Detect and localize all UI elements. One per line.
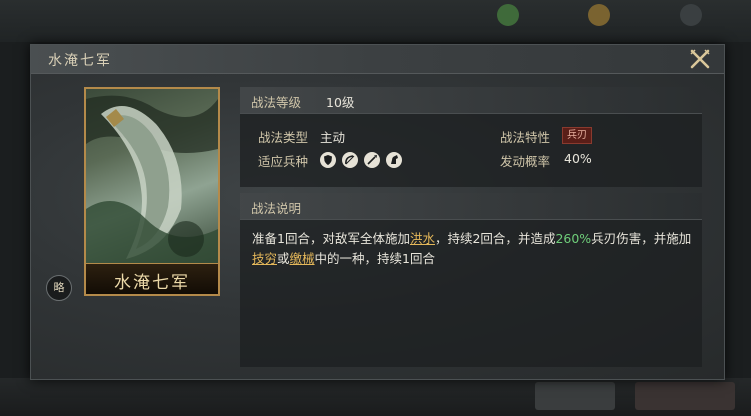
trait-tag: 兵刃 bbox=[562, 127, 592, 144]
card-name-plate: 水淹七军 bbox=[86, 263, 218, 294]
description-panel: 战法说明 准备1回合，对敌军全体施加洪水，持续2回合，并造成260%兵刃伤害，并… bbox=[240, 193, 702, 367]
level-label: 战法等级 bbox=[251, 95, 302, 110]
title-bar: 水淹七军 bbox=[31, 45, 724, 74]
troops-label: 适应兵种 bbox=[258, 154, 309, 169]
description-text: 准备1回合，对敌军全体施加洪水，持续2回合，并造成260%兵刃伤害，并施加技穷或… bbox=[252, 229, 692, 269]
desc-text-5: 中的一种，持续1回合 bbox=[314, 251, 436, 266]
desc-text-2: ，持续2回合，并造成 bbox=[434, 231, 556, 246]
divider bbox=[240, 113, 702, 114]
spear-icon bbox=[364, 152, 380, 168]
desc-text-3: 兵刃伤害，并施加 bbox=[591, 231, 692, 246]
dialog-title: 水淹七军 bbox=[48, 53, 112, 69]
background-resource-icon bbox=[497, 4, 519, 26]
prob-label: 发动概率 bbox=[500, 154, 551, 169]
flood-keyword[interactable]: 洪水 bbox=[410, 231, 435, 246]
trait-label: 战法特性 bbox=[500, 130, 551, 145]
desc-text-4: 或 bbox=[277, 251, 290, 266]
card-name: 水淹七军 bbox=[114, 273, 190, 293]
exhaust-keyword[interactable]: 技穷 bbox=[252, 251, 277, 266]
attributes-panel: 战法等级 10级 战法类型 主动 战法特性 兵刃 适应兵种 发动概率 40% bbox=[240, 87, 702, 187]
divider bbox=[240, 219, 702, 220]
level-row bbox=[240, 87, 702, 113]
skill-detail-dialog: 水淹七军 水淹七军 略 战法等级 10级 战法类型 主动 战法特性 兵刃 适应兵… bbox=[30, 44, 725, 380]
close-icon[interactable] bbox=[689, 48, 711, 70]
background-resource-icon bbox=[588, 4, 610, 26]
shield-icon bbox=[320, 152, 336, 168]
type-value: 主动 bbox=[320, 130, 346, 145]
background-top-bar bbox=[0, 0, 751, 42]
description-title: 战法说明 bbox=[251, 201, 302, 216]
background-resource-icon bbox=[680, 4, 702, 26]
bow-icon bbox=[342, 152, 358, 168]
strategy-button[interactable]: 略 bbox=[46, 275, 72, 301]
damage-percent: 260% bbox=[555, 231, 592, 246]
close-button[interactable] bbox=[689, 48, 711, 70]
background-button bbox=[635, 382, 735, 410]
horse-icon bbox=[386, 152, 402, 168]
skill-card: 水淹七军 bbox=[84, 87, 220, 296]
skill-artwork bbox=[86, 95, 218, 264]
level-value: 10级 bbox=[326, 95, 355, 110]
type-label: 战法类型 bbox=[258, 130, 309, 145]
background-button bbox=[535, 382, 615, 410]
disarm-keyword[interactable]: 缴械 bbox=[290, 251, 315, 266]
prob-value: 40% bbox=[564, 151, 592, 166]
description-title-row bbox=[240, 193, 702, 219]
desc-text-1: 准备1回合，对敌军全体施加 bbox=[252, 231, 410, 246]
